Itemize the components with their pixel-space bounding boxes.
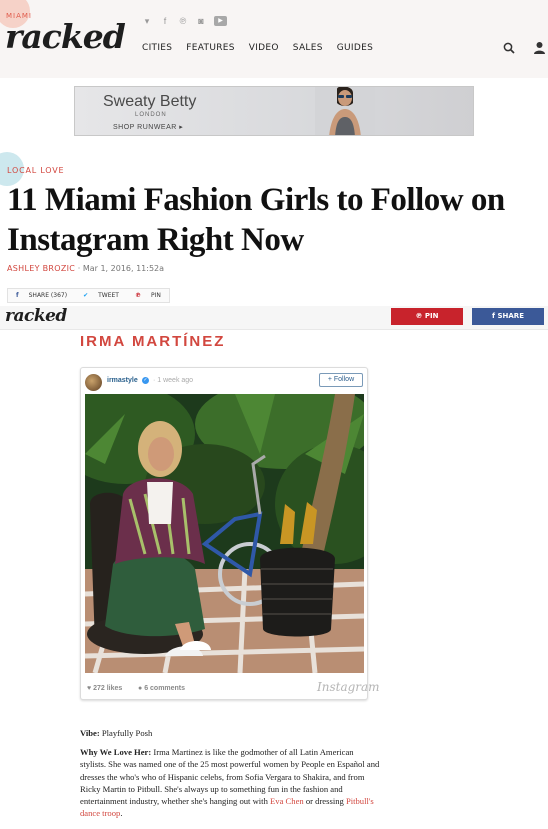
vibe-paragraph: Vibe: Playfully Posh <box>80 727 152 739</box>
nav-features[interactable]: FEATURES <box>186 43 234 53</box>
nav-video[interactable]: VIDEO <box>249 43 279 53</box>
vibe-label: Vibe: <box>80 728 100 738</box>
tweet-label: TWEET <box>98 292 119 299</box>
user-icon[interactable] <box>533 41 546 54</box>
youtube-icon[interactable]: ▶ <box>214 16 227 26</box>
post-time[interactable]: · 1 week ago <box>153 377 193 384</box>
ad-brand: Sweaty Betty <box>103 93 197 110</box>
pin-button[interactable]: ℗ PIN <box>127 289 169 302</box>
instagram-logo[interactable]: Instagram <box>317 680 380 694</box>
sticky-share-button[interactable]: f SHARE <box>472 308 544 325</box>
tweet-button[interactable]: ✔ TWEET <box>75 289 127 302</box>
byline-separator: · <box>77 264 81 273</box>
banner-ad[interactable]: Sweaty Betty LONDON SHOP RUNWEAR ▸ <box>74 86 474 136</box>
main-nav: CITIES FEATURES VIDEO SALES GUIDES <box>142 43 373 53</box>
vine-icon[interactable]: ▾ <box>142 16 152 26</box>
facebook-icon[interactable]: f <box>160 16 170 26</box>
instagram-username[interactable]: irmastyle <box>107 377 138 384</box>
ad-subtitle: LONDON <box>135 112 167 118</box>
twitter-icon: ✔ <box>83 292 89 299</box>
comments-text: 6 comments <box>144 685 186 692</box>
search-icon[interactable] <box>503 42 515 54</box>
sticky-share-bar: racked ℗ PIN f SHARE <box>0 306 548 330</box>
section-label[interactable]: LOCAL LOVE <box>7 166 64 175</box>
subject-name: IRMA MARTÍNEZ <box>80 333 226 350</box>
site-header: MIAMI racked ▾ f ℗ ◙ ▶ CITIES FEATURES V… <box>0 0 548 78</box>
nav-guides[interactable]: GUIDES <box>337 43 373 53</box>
facebook-share-label: SHARE (367) <box>28 292 68 299</box>
sticky-logo[interactable]: racked <box>5 306 67 326</box>
sticky-share-label: SHARE <box>497 312 524 320</box>
sticky-pin-button[interactable]: ℗ PIN <box>391 308 463 325</box>
article-headline: 11 Miami Fashion Girls to Follow on Inst… <box>7 182 505 258</box>
facebook-icon: f <box>16 292 19 299</box>
why-paragraph: Why We Love Her: Irma Martinez is like t… <box>80 746 380 820</box>
pinterest-icon: ℗ <box>415 312 425 320</box>
ad-model-image <box>315 87 375 135</box>
author-link[interactable]: ASHLEY BROZIC <box>7 264 75 273</box>
nav-cities[interactable]: CITIES <box>142 43 172 53</box>
eva-chen-link[interactable]: Eva Chen <box>270 796 304 806</box>
comments-count[interactable]: ● 6 comments <box>138 685 185 692</box>
pinterest-icon[interactable]: ℗ <box>178 16 188 26</box>
social-links: ▾ f ℗ ◙ ▶ <box>142 16 227 26</box>
nav-sales[interactable]: SALES <box>293 43 323 53</box>
pin-label: PIN <box>150 292 161 299</box>
why-connector: or dressing <box>305 796 344 807</box>
ad-cta[interactable]: SHOP RUNWEAR ▸ <box>113 123 183 131</box>
sticky-pin-label: PIN <box>424 312 439 320</box>
facebook-share-button[interactable]: f SHARE (367) <box>8 289 75 302</box>
pinterest-icon: ℗ <box>134 292 141 299</box>
share-row: f SHARE (367) ✔ TWEET ℗ PIN <box>7 288 170 303</box>
site-logo[interactable]: racked <box>5 17 126 56</box>
byline: ASHLEY BROZIC · Mar 1, 2016, 11:52a <box>7 264 164 273</box>
verified-badge-icon: ✓ <box>142 377 149 384</box>
why-label: Why We Love Her: <box>80 747 152 757</box>
likes-count: ♥ 272 likes <box>87 685 123 692</box>
instagram-embed: irmastyle ✓ · 1 week ago + Follow ♥ 272 … <box>80 367 380 700</box>
likes-text: 272 likes <box>93 685 123 692</box>
why-end: . <box>120 808 123 819</box>
avatar[interactable] <box>85 374 102 391</box>
instagram-icon[interactable]: ◙ <box>196 16 206 26</box>
instagram-photo[interactable] <box>85 394 364 673</box>
follow-button[interactable]: + Follow <box>319 373 363 387</box>
publish-date: Mar 1, 2016, 11:52a <box>82 264 165 273</box>
vibe-value: Playfully Posh <box>101 728 153 738</box>
